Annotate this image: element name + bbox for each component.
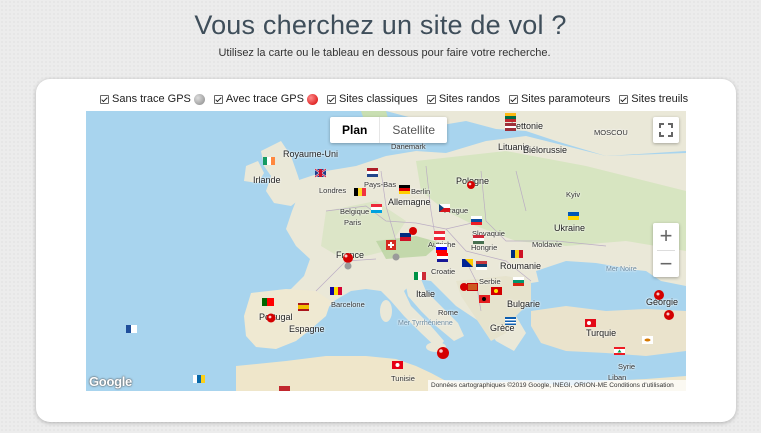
flag-germany-marker[interactable] xyxy=(399,185,410,194)
checkbox-sans-trace-gps[interactable] xyxy=(100,94,109,104)
filter-label: Sites paramoteurs xyxy=(520,93,611,105)
flag-morocco-marker[interactable] xyxy=(279,386,290,391)
flag-montenegro-marker[interactable] xyxy=(467,283,478,291)
flag-hungary-marker[interactable] xyxy=(473,235,484,244)
filter-sites-treuils[interactable]: Sites treuils xyxy=(619,93,688,105)
flag-cyprus-marker[interactable] xyxy=(642,336,653,344)
map-type-plan-button[interactable]: Plan xyxy=(330,117,379,143)
flag-canary-marker[interactable] xyxy=(193,375,205,383)
flag-slovakia-marker[interactable] xyxy=(471,216,482,225)
filter-sites-randos[interactable]: Sites randos xyxy=(426,93,500,105)
flag-bulgaria-marker[interactable] xyxy=(513,277,524,286)
flag-swiss-marker[interactable] xyxy=(386,240,396,250)
flag-greece-marker[interactable] xyxy=(505,317,516,325)
flag-italy-marker[interactable] xyxy=(414,272,426,280)
flag-czech-marker[interactable] xyxy=(439,204,450,212)
filter-label: Sites classiques xyxy=(338,93,418,105)
checkbox-sites-treuils[interactable] xyxy=(619,94,629,104)
checkbox-avec-trace-gps[interactable] xyxy=(213,94,223,104)
flag-andorra-marker[interactable] xyxy=(330,287,342,295)
fullscreen-icon xyxy=(659,123,673,137)
zoom-out-button[interactable]: − xyxy=(653,251,679,278)
red-pin-marker[interactable] xyxy=(460,283,468,291)
fullscreen-button[interactable] xyxy=(653,117,679,143)
filter-label: Sites randos xyxy=(438,93,500,105)
page-title: Vous cherchez un site de vol ? xyxy=(194,10,567,40)
page-subtitle: Utilisez la carte ou le tableau en desso… xyxy=(218,47,551,59)
filter-label: Avec trace GPS xyxy=(225,93,304,105)
flag-turkey-marker[interactable] xyxy=(585,319,596,327)
flag-latvia-marker[interactable] xyxy=(505,123,516,131)
flag-ukraine-marker[interactable] xyxy=(568,212,579,220)
red-pin-marker[interactable] xyxy=(437,347,449,359)
flag-portugal-marker[interactable] xyxy=(262,298,274,306)
flag-croatia-marker[interactable] xyxy=(437,253,448,262)
checkbox-sites-randos[interactable] xyxy=(426,94,436,104)
flag-ireland-marker[interactable] xyxy=(263,157,275,165)
filter-sites-paramoteurs[interactable]: Sites paramoteurs xyxy=(508,93,611,105)
flag-macedonia-marker[interactable] xyxy=(491,287,502,295)
map-type-satellite-button[interactable]: Satellite xyxy=(379,117,447,143)
checkbox-sites-classiques[interactable] xyxy=(326,94,336,104)
site-markers xyxy=(126,113,674,391)
red-pin-marker[interactable] xyxy=(343,253,353,263)
red-pin-icon xyxy=(306,93,318,105)
filter-bar: Sans trace GPS Avec trace GPS Sites clas… xyxy=(100,92,697,106)
flag-romania-marker[interactable] xyxy=(511,250,523,258)
red-pin-marker[interactable] xyxy=(409,227,417,235)
zoom-in-button[interactable]: + xyxy=(653,223,679,250)
flag-lebanon-marker[interactable] xyxy=(614,347,625,355)
grey-pin-marker[interactable] xyxy=(392,253,400,261)
flag-spain-marker[interactable] xyxy=(298,303,309,311)
flag-luxembourg-marker[interactable] xyxy=(371,204,382,213)
red-pin-marker[interactable] xyxy=(664,310,674,320)
filter-label: Sans trace GPS xyxy=(112,93,191,105)
flag-lithuania-marker[interactable] xyxy=(505,113,516,122)
grey-pin-icon xyxy=(193,93,205,105)
flag-azores-marker[interactable] xyxy=(126,325,137,333)
map-attribution[interactable]: Données cartographiques ©2019 Google, IN… xyxy=(428,380,686,391)
flag-austria-marker[interactable] xyxy=(434,231,445,240)
map-type-control: Plan Satellite xyxy=(330,117,448,143)
filter-avec-trace-gps[interactable]: Avec trace GPS xyxy=(213,93,318,105)
flag-bosnia-marker[interactable] xyxy=(462,259,473,267)
zoom-control: + − xyxy=(653,223,679,277)
filter-sans-trace-gps[interactable]: Sans trace GPS xyxy=(100,93,205,105)
flag-albania-marker[interactable] xyxy=(479,295,490,303)
google-logo[interactable]: Google xyxy=(89,374,132,389)
red-pin-marker[interactable] xyxy=(266,313,276,323)
flag-belgium-marker[interactable] xyxy=(354,188,366,196)
filter-sites-classiques[interactable]: Sites classiques xyxy=(326,93,418,105)
flag-liechtenstein-marker[interactable] xyxy=(400,233,411,241)
flag-tunisia-marker[interactable] xyxy=(392,361,403,369)
flag-serbia-marker[interactable] xyxy=(476,261,487,270)
checkbox-sites-paramoteurs[interactable] xyxy=(508,94,518,104)
grey-pin-marker[interactable] xyxy=(344,262,352,270)
red-pin-marker[interactable] xyxy=(467,181,475,189)
red-pin-marker[interactable] xyxy=(654,290,664,300)
flag-slovenia-marker[interactable] xyxy=(436,244,447,253)
flag-uk-marker[interactable] xyxy=(314,168,327,178)
flag-netherlands-marker[interactable] xyxy=(367,168,378,177)
filter-label: Sites treuils xyxy=(631,93,689,105)
map-canvas[interactable]: Lettonie MOSCOU Danemark Lituanie Royaum… xyxy=(86,111,686,391)
